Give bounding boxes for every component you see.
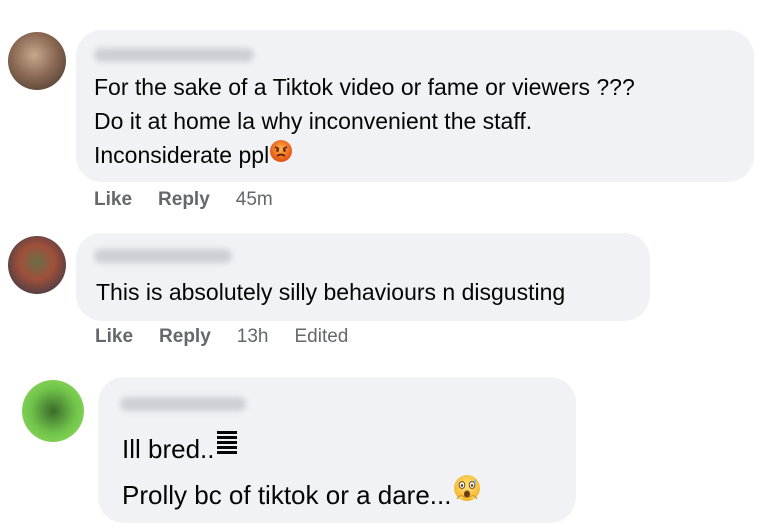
comment-text: Ill bred.. Prolly bc of tiktok or a dare… [122, 427, 483, 520]
reply-button[interactable]: Reply [159, 326, 211, 348]
comment-bubble: Ill bred.. Prolly bc of tiktok or a dare… [98, 377, 576, 523]
comment-actions: Like Reply 45m [94, 189, 299, 211]
edited-label[interactable]: Edited [294, 326, 348, 348]
commenter-avatar[interactable] [22, 380, 84, 442]
comment-text: For the sake of a Tiktok video or fame o… [94, 70, 635, 174]
barcode-icon [215, 427, 239, 471]
comment-line: Do it at home la why inconvenient the st… [94, 108, 533, 134]
shocked-face-icon [451, 473, 483, 518]
comment-bubble: This is absolutely silly behaviours n di… [76, 233, 650, 321]
commenter-avatar[interactable] [8, 236, 66, 294]
like-button[interactable]: Like [95, 326, 133, 348]
comment-timestamp[interactable]: 13h [237, 326, 269, 348]
comment-line: This is absolutely silly behaviours n di… [96, 279, 566, 305]
comment-author[interactable] [94, 48, 254, 62]
comment-timestamp[interactable]: 45m [236, 189, 273, 211]
comment-bubble: For the sake of a Tiktok video or fame o… [76, 30, 754, 182]
reply-button[interactable]: Reply [158, 189, 210, 211]
comment-author[interactable] [94, 249, 232, 263]
comment-text: This is absolutely silly behaviours n di… [96, 275, 565, 309]
comment-actions: Like Reply 13h Edited [95, 326, 374, 348]
comment-line: Prolly bc of tiktok or a dare... [122, 480, 452, 511]
commenter-avatar[interactable] [8, 32, 66, 90]
comment-line: Ill bred.. [122, 434, 215, 464]
comment-line: For the sake of a Tiktok video or fame o… [94, 74, 635, 100]
comment-line: Inconsiderate ppl [94, 142, 270, 168]
angry-face-icon [269, 138, 293, 172]
like-button[interactable]: Like [94, 189, 132, 211]
comment-author[interactable] [120, 397, 246, 411]
